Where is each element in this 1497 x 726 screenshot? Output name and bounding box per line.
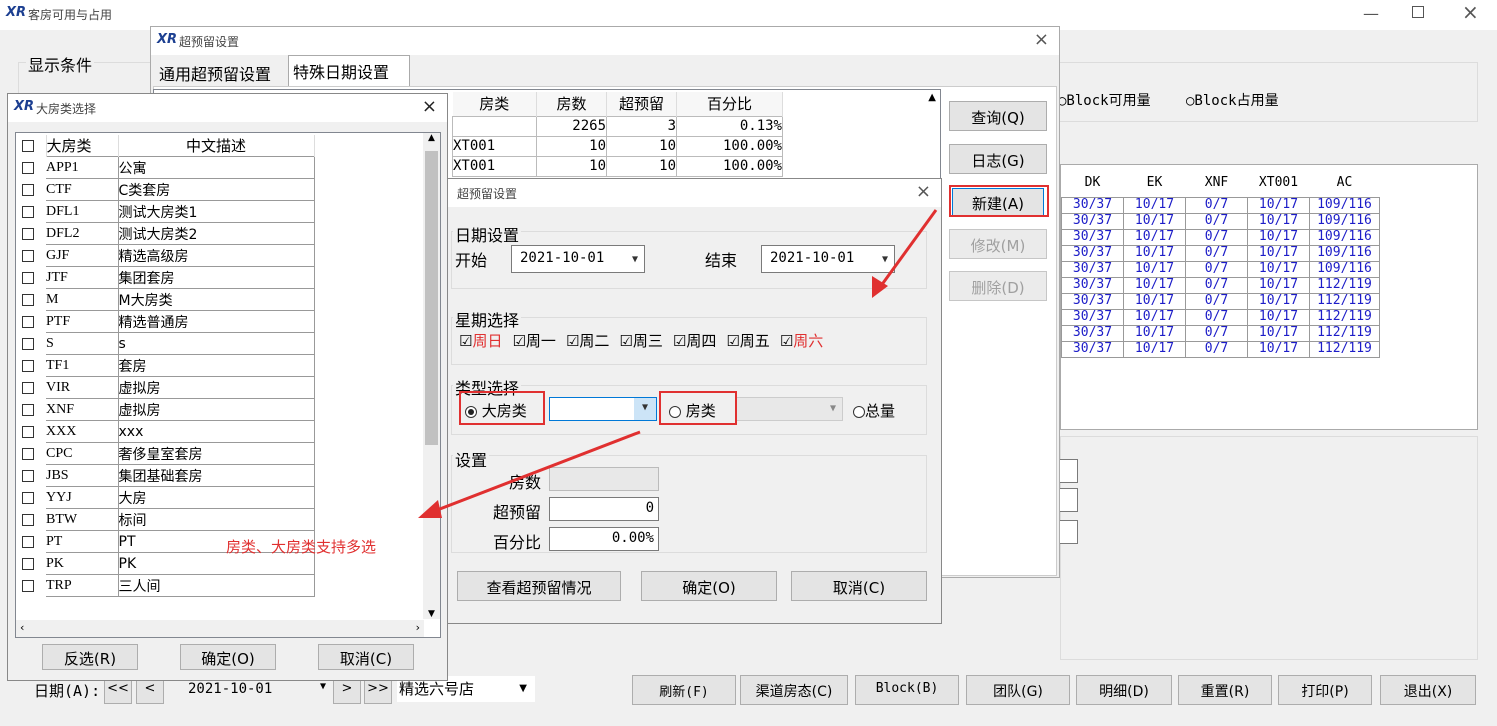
arrowhead-icon: [418, 500, 442, 518]
annotation-text: 房类、大房类支持多选: [226, 538, 377, 556]
arrow-to-new-button: [876, 209, 938, 291]
arrow-to-list: [431, 430, 641, 514]
annotation-arrows: [418, 209, 938, 518]
